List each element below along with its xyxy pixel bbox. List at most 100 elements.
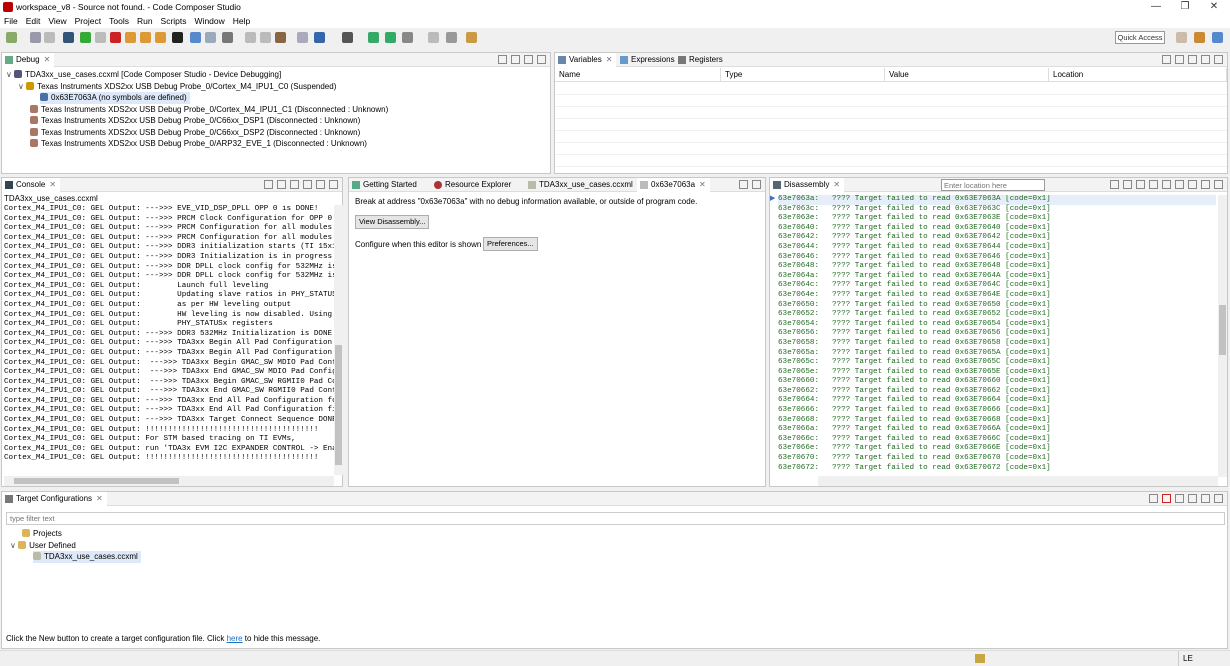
pin-console-icon[interactable] (290, 180, 299, 189)
memory-browser-icon[interactable] (172, 32, 183, 43)
disassembly-row[interactable]: 63e70668: ???? Target failed to read 0x63… (778, 416, 1216, 426)
disassembly-row[interactable]: 63e7064c: ???? Target failed to read 0x63… (778, 281, 1216, 291)
resume-icon[interactable] (80, 32, 91, 43)
column-name[interactable]: Name (555, 68, 721, 82)
disassembly-row[interactable]: 63e70670: ???? Target failed to read 0x63… (778, 454, 1216, 464)
disassembly-row[interactable]: 63e70672: ???? Target failed to read 0x63… (778, 464, 1216, 474)
new-target-config-icon[interactable] (1149, 494, 1158, 503)
disassembly-row[interactable]: 63e70662: ???? Target failed to read 0x63… (778, 387, 1216, 397)
step-icon[interactable] (1162, 180, 1171, 189)
clear-console-icon[interactable] (264, 180, 273, 189)
tab-disassembly[interactable]: Disassembly ✕ (770, 178, 845, 192)
disassembly-row[interactable]: 63e7064e: ???? Target failed to read 0x63… (778, 291, 1216, 301)
collapse-all-icon[interactable] (1188, 494, 1197, 503)
debug-launch-icon[interactable] (314, 32, 325, 43)
scroll-lock-icon[interactable] (277, 180, 286, 189)
close-tab-icon[interactable]: ✕ (49, 180, 56, 189)
tree-item[interactable]: Texas Instruments XDS2xx USB Debug Probe… (30, 127, 360, 139)
go-to-pc-icon[interactable] (1110, 180, 1119, 189)
disassembly-vscrollbar[interactable] (1218, 195, 1227, 477)
restart-icon[interactable] (190, 32, 201, 43)
column-type[interactable]: Type (721, 68, 885, 82)
minimize-view-icon[interactable] (1201, 180, 1210, 189)
scroll-thumb[interactable] (335, 345, 342, 465)
disassembly-row[interactable]: 63e70664: ???? Target failed to read 0x63… (778, 396, 1216, 406)
scroll-thumb[interactable] (14, 478, 179, 484)
save-icon[interactable] (30, 32, 41, 43)
close-tab-icon[interactable]: ✕ (96, 494, 103, 503)
maximize-view-icon[interactable] (1214, 494, 1223, 503)
disassembly-hscrollbar[interactable] (818, 476, 1218, 486)
console-output[interactable]: Cortex_M4_IPU1_C0: GEL Output: --->>> EV… (4, 205, 334, 469)
tab-debug[interactable]: Debug ✕ (2, 53, 55, 67)
menu-project[interactable]: Project (71, 14, 105, 28)
disassembly-row[interactable]: 63e7063a: ???? Target failed to read 0x63… (778, 195, 1216, 205)
disassembly-row[interactable]: 63e70658: ???? Target failed to read 0x63… (778, 339, 1216, 349)
minimize-view-icon[interactable] (316, 180, 325, 189)
disassembly-row[interactable]: 63e70652: ???? Target failed to read 0x63… (778, 310, 1216, 320)
suspend-icon[interactable] (95, 32, 106, 43)
tree-item-selected[interactable]: 0x63E7063A (no symbols are defined) (40, 92, 190, 104)
assembly-step-into-icon[interactable] (245, 32, 256, 43)
debug-perspective-icon[interactable] (1212, 32, 1223, 43)
remove-terminated-icon[interactable] (498, 55, 507, 64)
menu-edit[interactable]: Edit (22, 14, 45, 28)
console-hscrollbar[interactable] (4, 476, 334, 486)
assembly-step-over-icon[interactable] (260, 32, 271, 43)
view-menu-icon[interactable] (1188, 180, 1197, 189)
link-icon[interactable] (1175, 494, 1184, 503)
tree-item[interactable]: ∨ User Defined (10, 540, 76, 552)
tab-target-configurations[interactable]: Target Configurations ✕ (2, 492, 107, 506)
minimize-view-icon[interactable] (524, 55, 533, 64)
tree-item[interactable]: Texas Instruments XDS2xx USB Debug Probe… (30, 104, 388, 116)
tree-item-selected[interactable]: TDA3xx_use_cases.ccxml (33, 551, 141, 563)
close-tab-icon[interactable]: ✕ (44, 55, 51, 64)
home-icon[interactable] (1123, 180, 1132, 189)
menu-scripts[interactable]: Scripts (157, 14, 191, 28)
filter-input[interactable] (6, 512, 1225, 525)
menu-window[interactable]: Window (191, 14, 229, 28)
edit-perspective-icon[interactable] (1194, 32, 1205, 43)
tab-getting-started[interactable]: Getting Started (349, 178, 421, 192)
disassembly-row[interactable]: 63e70656: ???? Target failed to read 0x63… (778, 329, 1216, 339)
delete-icon[interactable] (1162, 494, 1171, 503)
tab-console[interactable]: Console ✕ (2, 178, 61, 192)
disassembly-row[interactable]: 63e7066a: ???? Target failed to read 0x63… (778, 425, 1216, 435)
tree-item[interactable]: ∨ Texas Instruments XDS2xx USB Debug Pro… (18, 81, 336, 93)
link-with-pc-icon[interactable] (1136, 180, 1145, 189)
navigate-icon[interactable] (466, 32, 477, 43)
menu-run[interactable]: Run (133, 14, 157, 28)
quick-access-input[interactable]: Quick Access (1115, 31, 1165, 44)
close-icon[interactable]: ✕ (1200, 0, 1228, 14)
tab-variables[interactable]: Variables ✕ (555, 53, 617, 67)
step-return-icon[interactable] (155, 32, 166, 43)
find-icon[interactable] (446, 32, 457, 43)
column-location[interactable]: Location (1049, 68, 1227, 82)
disassembly-row[interactable]: 63e7065a: ???? Target failed to read 0x63… (778, 349, 1216, 359)
console-vscrollbar[interactable] (334, 205, 343, 475)
maximize-view-icon[interactable] (1214, 55, 1223, 64)
minimize-view-icon[interactable] (739, 180, 748, 189)
disassembly-row[interactable]: 63e7065c: ???? Target failed to read 0x63… (778, 358, 1216, 368)
settings-gear-icon[interactable] (342, 32, 353, 43)
disassembly-row[interactable]: 63e70642: ???? Target failed to read 0x63… (778, 233, 1216, 243)
disassembly-row[interactable]: 63e70646: ???? Target failed to read 0x63… (778, 253, 1216, 263)
maximize-view-icon[interactable] (537, 55, 546, 64)
save-all-icon[interactable] (44, 32, 55, 43)
load-program-icon[interactable] (275, 32, 286, 43)
menu-view[interactable]: View (44, 14, 70, 28)
tab-ccxml[interactable]: TDA3xx_use_cases.ccxml (525, 178, 637, 192)
preferences-button[interactable]: Preferences... (483, 237, 538, 251)
display-console-icon[interactable] (303, 180, 312, 189)
task-icon[interactable] (975, 654, 985, 663)
disassembly-row[interactable]: 63e7063c: ???? Target failed to read 0x63… (778, 205, 1216, 215)
open-perspective-icon[interactable] (1176, 32, 1187, 43)
minimize-icon[interactable]: — (1142, 0, 1170, 14)
view-menu-icon[interactable] (1188, 55, 1197, 64)
step-into-icon[interactable] (125, 32, 136, 43)
disassembly-row[interactable]: 63e7064a: ???? Target failed to read 0x63… (778, 272, 1216, 282)
menu-file[interactable]: File (0, 14, 22, 28)
view-disassembly-button[interactable]: View Disassembly... (355, 215, 430, 229)
tab-address[interactable]: 0x63e7063a ✕ (637, 178, 710, 192)
debug-view-icon[interactable] (63, 32, 74, 43)
